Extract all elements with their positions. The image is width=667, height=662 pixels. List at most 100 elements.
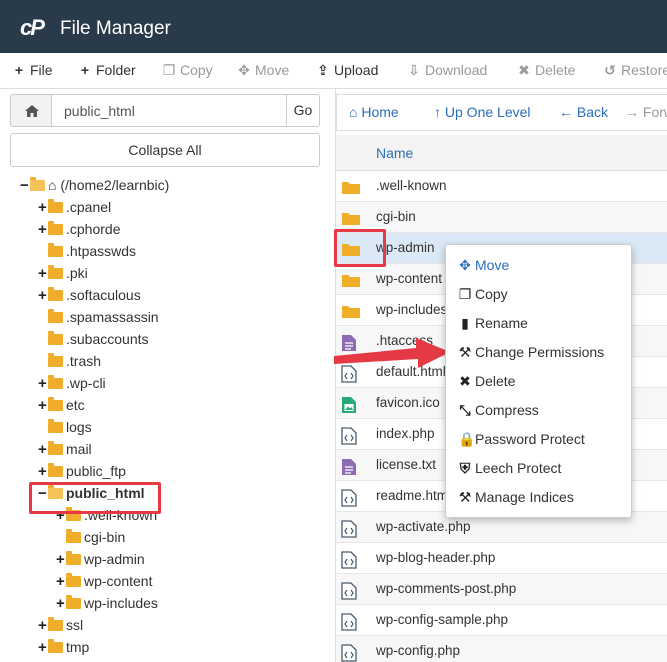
folder-icon: [48, 419, 63, 433]
context-menu-item-label: Manage Indices: [475, 489, 574, 505]
expand-icon[interactable]: +: [38, 375, 48, 392]
collapse-icon[interactable]: −: [20, 177, 30, 194]
folder-icon: [66, 551, 81, 565]
tree-item[interactable]: + wp-content: [56, 573, 152, 595]
file-row[interactable]: wp-blog-header.php: [336, 543, 667, 574]
tree-item[interactable]: + .cphorde: [38, 221, 120, 243]
tree-item-label: .cphorde: [66, 221, 121, 237]
plus-icon: +: [80, 62, 90, 78]
folder-icon: [66, 573, 81, 587]
file-name: wp-blog-header.php: [376, 550, 496, 565]
tree-item[interactable]: − ⌂ (/home2/learnbic): [20, 177, 169, 199]
key-icon: ⚒: [458, 344, 472, 360]
tree-item[interactable]: + wp-includes: [56, 595, 158, 617]
tree-item-label: wp-admin: [84, 551, 145, 567]
file-row[interactable]: cgi-bin: [336, 202, 667, 233]
folder-icon: [342, 182, 360, 194]
context-menu-item-manage-indices[interactable]: ⚒ Manage Indices: [458, 489, 574, 506]
folder-icon: [342, 275, 360, 287]
expand-icon[interactable]: +: [38, 265, 48, 282]
tree-item[interactable]: logs: [38, 419, 92, 441]
collapse-all-button[interactable]: Collapse All: [10, 133, 320, 167]
delete-button[interactable]: ✖ Delete: [517, 62, 575, 79]
file-name: cgi-bin: [376, 209, 416, 224]
home-directory-button[interactable]: [10, 94, 52, 127]
up-one-level-button[interactable]: ↑ Up One Level: [434, 104, 531, 120]
tree-item[interactable]: + .cpanel: [38, 199, 111, 221]
go-button[interactable]: Go: [286, 94, 320, 127]
file-row[interactable]: wp-comments-post.php: [336, 574, 667, 605]
file-row[interactable]: .well-known: [336, 171, 667, 202]
path-input[interactable]: [51, 94, 287, 127]
tree-item[interactable]: .trash: [38, 353, 101, 375]
expand-icon[interactable]: +: [38, 639, 48, 656]
tree-item[interactable]: + .pki: [38, 265, 88, 287]
expand-icon[interactable]: +: [38, 397, 48, 414]
download-button[interactable]: ⇩ Download: [407, 62, 487, 79]
tree-item[interactable]: + etc: [38, 397, 85, 419]
navigation-bar: ⌂ Home ↑ Up One Level ← Back → Forward: [336, 94, 667, 131]
file-name: wp-config-sample.php: [376, 612, 509, 627]
expand-icon[interactable]: +: [38, 287, 48, 304]
tree-item[interactable]: + .softaculous: [38, 287, 141, 309]
context-menu-item-change-permissions[interactable]: ⚒ Change Permissions: [458, 344, 604, 361]
folder-icon: [66, 595, 81, 609]
back-button[interactable]: ← Back: [559, 104, 608, 120]
expand-icon[interactable]: +: [56, 573, 66, 590]
context-menu-item-password-protect[interactable]: 🔒Password Protect: [458, 431, 585, 448]
copy-icon: ❐: [458, 286, 472, 302]
file-name: index.php: [376, 426, 435, 441]
folder-icon: [48, 463, 63, 477]
expand-icon[interactable]: +: [38, 463, 48, 480]
x-icon: ✖: [518, 62, 530, 78]
tree-item[interactable]: + ssl: [38, 617, 83, 639]
file-row[interactable]: wp-config-sample.php: [336, 605, 667, 636]
expand-icon[interactable]: +: [38, 617, 48, 634]
tree-item-label: .wp-cli: [66, 375, 106, 391]
tree-item-label: mail: [66, 441, 92, 457]
context-menu-item-label: Leech Protect: [475, 460, 562, 476]
expand-icon[interactable]: +: [56, 551, 66, 568]
tree-item[interactable]: .subaccounts: [38, 331, 149, 353]
tree-item[interactable]: cgi-bin: [56, 529, 125, 551]
tree-item[interactable]: + wp-admin: [56, 551, 145, 573]
file-name: .well-known: [376, 178, 447, 193]
tree-item-label: .softaculous: [66, 287, 141, 303]
copy-button[interactable]: ❐ Copy: [162, 62, 213, 79]
tree-item[interactable]: .spamassassin: [38, 309, 159, 331]
folder-icon: [48, 441, 63, 455]
context-menu-item-move[interactable]: ✥ Move: [458, 257, 509, 274]
context-menu-item-copy[interactable]: ❐ Copy: [458, 286, 508, 303]
app-header: cP File Manager: [0, 0, 667, 53]
context-menu-item-compress[interactable]: ⤡ Compress: [458, 402, 538, 419]
expand-icon[interactable]: +: [38, 199, 48, 216]
restore-button[interactable]: ↺ Restore: [603, 62, 667, 79]
file-row[interactable]: wp-config.php: [336, 636, 667, 662]
folder-icon: [48, 221, 63, 235]
forward-button[interactable]: → Forward: [625, 104, 667, 120]
context-menu-item-rename[interactable]: ▮ Rename: [458, 315, 528, 332]
tree-item-label: .subaccounts: [66, 331, 149, 347]
context-menu-item-delete[interactable]: ✖ Delete: [458, 373, 515, 390]
move-button[interactable]: ✥ Move: [237, 62, 289, 79]
arrow-up-icon: ↑: [434, 104, 445, 120]
tree-item[interactable]: + tmp: [38, 639, 89, 661]
folder-icon: [48, 375, 63, 389]
expand-icon[interactable]: +: [56, 595, 66, 612]
context-menu-item-leech-protect[interactable]: ⛨ Leech Protect: [458, 460, 562, 477]
tree-item[interactable]: + .wp-cli: [38, 375, 106, 397]
x-icon: ✖: [459, 373, 471, 389]
new-folder-button[interactable]: + Folder: [78, 62, 136, 78]
tree-item[interactable]: .htpasswds: [38, 243, 136, 265]
tree-item[interactable]: + mail: [38, 441, 92, 463]
expand-icon[interactable]: +: [38, 441, 48, 458]
home-button[interactable]: ⌂ Home: [349, 104, 399, 120]
context-menu-item-label: Password Protect: [475, 431, 585, 447]
file-icon: ▮: [461, 315, 469, 331]
tree-item-label: .htpasswds: [66, 243, 137, 259]
expand-icon[interactable]: +: [38, 221, 48, 238]
upload-button[interactable]: ⇪ Upload: [316, 62, 378, 79]
new-file-button[interactable]: + File: [12, 62, 53, 78]
folder-icon: [48, 331, 63, 345]
column-header-name[interactable]: Name: [336, 135, 667, 171]
